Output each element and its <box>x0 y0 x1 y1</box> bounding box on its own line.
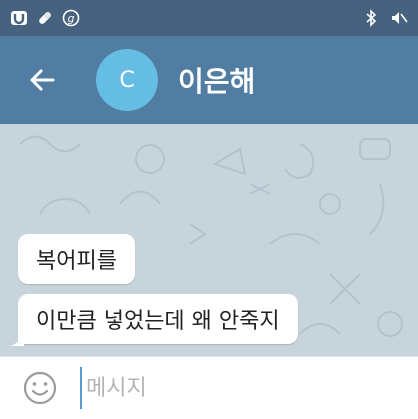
mute-icon <box>390 9 408 27</box>
message-text: 이만큼 넣었는데 왜 안죽지 <box>36 309 280 334</box>
svg-text:g: g <box>68 12 75 25</box>
message-input[interactable] <box>80 367 408 409</box>
status-left-icons: g <box>0 9 80 27</box>
chat-area[interactable]: 복어피를 이만큼 넣었는데 왜 안죽지 <box>0 124 418 356</box>
pill-icon <box>36 9 54 27</box>
u-logo-icon <box>10 9 28 27</box>
g-circle-icon: g <box>62 9 80 27</box>
smiley-icon <box>23 371 57 405</box>
incoming-message-bubble[interactable]: 이만큼 넣었는데 왜 안죽지 <box>18 294 298 344</box>
chat-title[interactable]: 이은해 <box>178 60 255 100</box>
status-right-icons <box>362 9 418 27</box>
message-composer <box>0 356 418 419</box>
message-text: 복어피를 <box>36 249 117 274</box>
incoming-message-bubble[interactable]: 복어피를 <box>18 234 135 284</box>
chat-header: C 이은해 <box>0 36 418 124</box>
back-button[interactable] <box>12 50 72 110</box>
bluetooth-icon <box>362 9 380 27</box>
arrow-left-icon <box>30 69 55 91</box>
emoji-button[interactable] <box>18 366 62 410</box>
avatar[interactable]: C <box>96 49 158 111</box>
bubble-tail <box>10 334 24 346</box>
status-bar: g <box>0 0 418 36</box>
